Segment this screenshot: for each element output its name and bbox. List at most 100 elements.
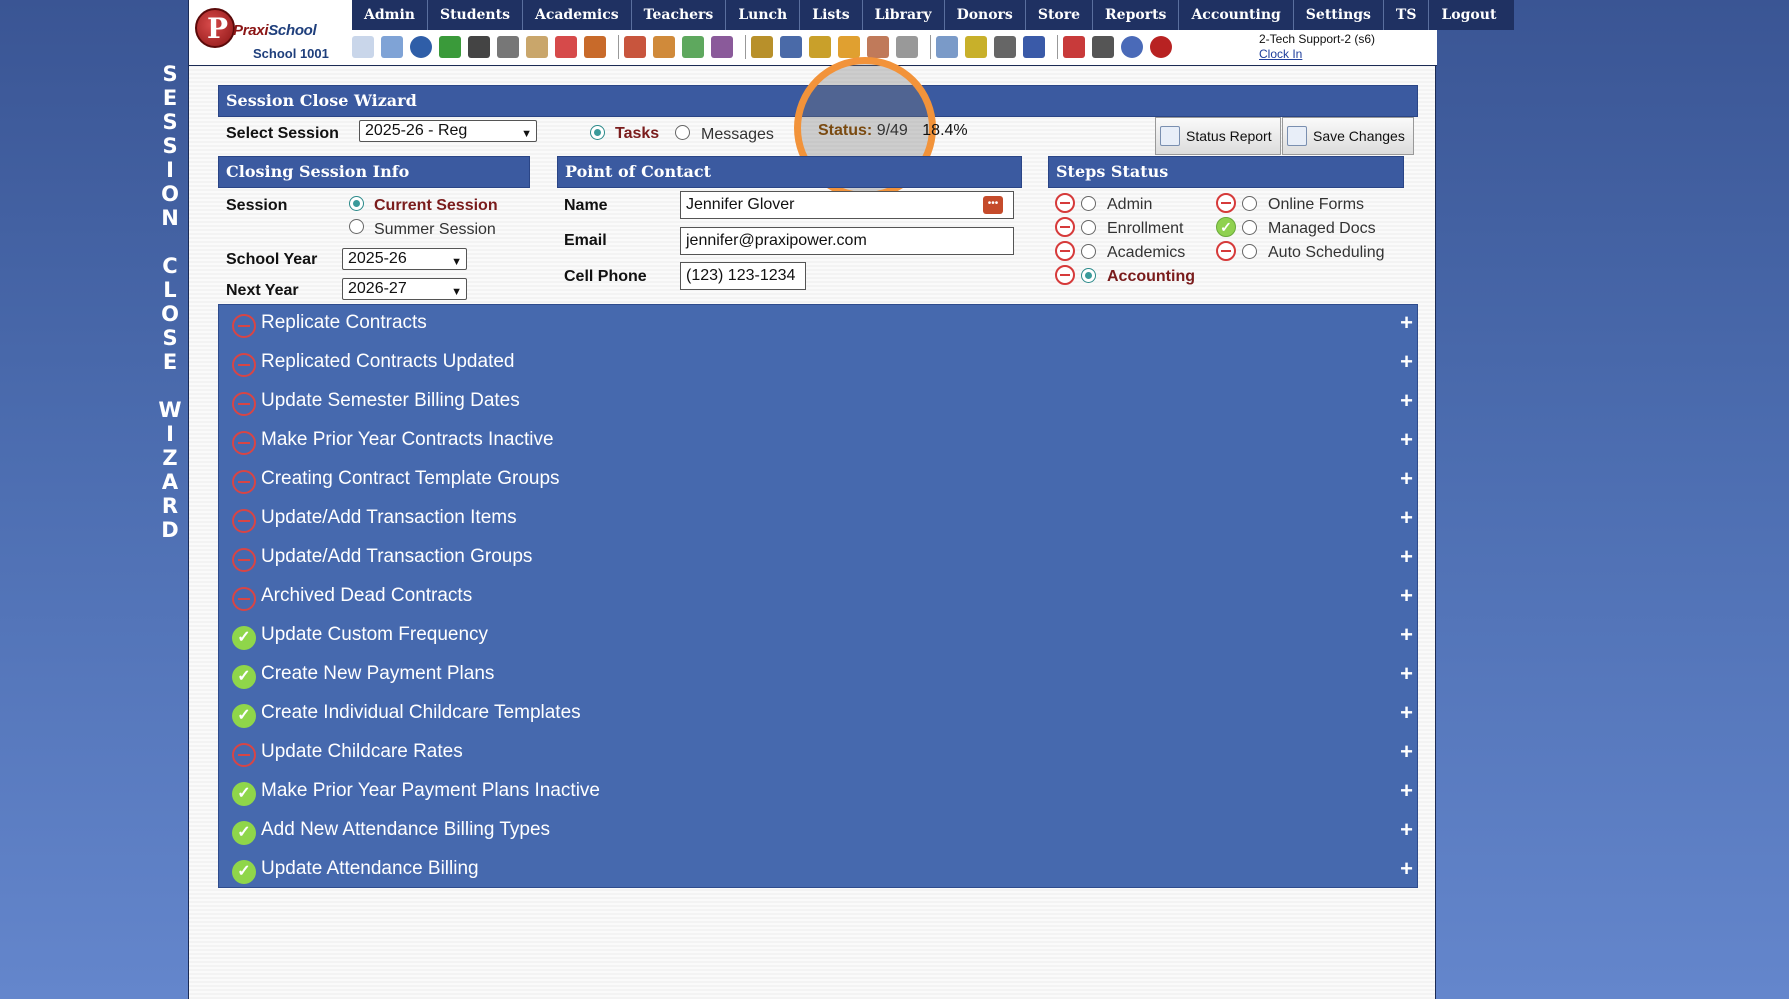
megaphone-icon[interactable] [584,36,606,58]
expand-plus-icon[interactable]: + [1400,544,1413,570]
expand-plus-icon[interactable]: + [1400,856,1413,882]
step-pending-icon [1055,193,1075,213]
barcode-icon[interactable] [965,36,987,58]
menu-item-store[interactable]: Store [1026,0,1094,30]
email-field[interactable]: jennifer@praxipower.com [680,227,1014,255]
task-row[interactable]: ✓ Update Custom Frequency + [219,617,1419,656]
menu-item-lists[interactable]: Lists [800,0,863,30]
task-label: Replicated Contracts Updated [261,351,515,372]
help-icon[interactable] [1121,36,1143,58]
task-row[interactable]: Make Prior Year Contracts Inactive + [219,422,1419,461]
clock-in-link[interactable]: Clock In [1259,47,1375,62]
arrow-icon[interactable] [838,36,860,58]
report-icon[interactable] [526,36,548,58]
power-icon[interactable] [1150,36,1172,58]
menu-item-donors[interactable]: Donors [945,0,1026,30]
expand-plus-icon[interactable]: + [1400,505,1413,531]
school-year-dropdown[interactable]: 2025-26 ▼ [342,248,467,270]
money-icon[interactable] [682,36,704,58]
expand-plus-icon[interactable]: + [1400,661,1413,687]
task-row[interactable]: Update/Add Transaction Groups + [219,539,1419,578]
cell-phone-field[interactable]: (123) 123-1234 [680,262,806,290]
printer-icon[interactable] [994,36,1016,58]
step-radio-managed-docs[interactable] [1242,220,1257,235]
expand-plus-icon[interactable]: + [1400,583,1413,609]
task-row[interactable]: Update Semester Billing Dates + [219,383,1419,422]
step-pending-icon [1055,265,1075,285]
task-row[interactable]: ✓ Create New Payment Plans + [219,656,1419,695]
task-row[interactable]: Archived Dead Contracts + [219,578,1419,617]
expand-plus-icon[interactable]: + [1400,310,1413,336]
select-session-dropdown[interactable]: 2025-26 - Reg ▼ [359,120,537,142]
card-icon[interactable] [751,36,773,58]
task-row[interactable]: Replicated Contracts Updated + [219,344,1419,383]
menu-item-academics[interactable]: Academics [523,0,632,30]
menu-item-accounting[interactable]: Accounting [1179,0,1294,30]
expand-plus-icon[interactable]: + [1400,622,1413,648]
menu-item-settings[interactable]: Settings [1294,0,1384,30]
expand-plus-icon[interactable]: + [1400,427,1413,453]
contact-card-icon[interactable]: ••• [983,196,1003,214]
stack-icon[interactable] [1092,36,1114,58]
person-icon[interactable] [867,36,889,58]
save-changes-button[interactable]: Save Changes [1282,117,1414,155]
expand-plus-icon[interactable]: + [1400,739,1413,765]
step-radio-admin[interactable] [1081,196,1096,211]
step-pending-icon [1216,193,1236,213]
messages-radio[interactable] [675,125,690,140]
task-row[interactable]: Update Childcare Rates + [219,734,1419,773]
menu-item-logout[interactable]: Logout [1429,0,1514,30]
menu-item-admin[interactable]: Admin [352,0,428,30]
menu-item-teachers[interactable]: Teachers [632,0,727,30]
task-row[interactable]: Replicate Contracts + [219,305,1419,344]
expand-plus-icon[interactable]: + [1400,388,1413,414]
step-radio-accounting[interactable] [1081,268,1096,283]
task-row[interactable]: ✓ Add New Attendance Billing Types + [219,812,1419,851]
task-row[interactable]: ✓ Make Prior Year Payment Plans Inactive + [219,773,1419,812]
book-icon[interactable] [780,36,802,58]
current-session-radio[interactable] [349,196,364,211]
speaker-icon[interactable] [497,36,519,58]
chat-icon[interactable] [439,36,461,58]
user-orange-icon[interactable] [653,36,675,58]
search-icon[interactable] [352,36,374,58]
expand-plus-icon[interactable]: + [1400,349,1413,375]
expand-plus-icon[interactable]: + [1400,778,1413,804]
ap-icon[interactable] [1023,36,1045,58]
step-radio-auto-scheduling[interactable] [1242,244,1257,259]
step-radio-online-forms[interactable] [1242,196,1257,211]
expand-plus-icon[interactable]: + [1400,700,1413,726]
next-year-dropdown[interactable]: 2026-27 ▼ [342,278,467,300]
status-report-button[interactable]: Status Report [1155,117,1281,155]
name-field[interactable]: Jennifer Glover ••• [680,191,1014,219]
calendar-grid-icon[interactable] [381,36,403,58]
menu-item-ts[interactable]: TS [1384,0,1430,30]
task-row[interactable]: Creating Contract Template Groups + [219,461,1419,500]
tasks-radio[interactable] [590,125,605,140]
menu-item-library[interactable]: Library [863,0,945,30]
tag-icon[interactable] [896,36,918,58]
group-icon[interactable] [711,36,733,58]
step-radio-academics[interactable] [1081,244,1096,259]
step-radio-enrollment[interactable] [1081,220,1096,235]
pdf-icon[interactable] [1063,36,1085,58]
task-row[interactable]: Update/Add Transaction Items + [219,500,1419,539]
date-icon[interactable] [555,36,577,58]
menu-item-lunch[interactable]: Lunch [726,0,801,30]
steps-status-title: Steps Status [1048,156,1404,188]
menu-item-reports[interactable]: Reports [1093,0,1180,30]
wand-icon[interactable] [809,36,831,58]
task-row[interactable]: ✓ Create Individual Childcare Templates + [219,695,1419,734]
table-icon[interactable] [936,36,958,58]
closing-session-title: Closing Session Info [218,156,530,188]
logo[interactable]: PraxiSchool School 1001 [193,6,343,64]
task-row[interactable]: ✓ Update Attendance Billing + [219,851,1419,890]
phone-icon[interactable] [468,36,490,58]
summer-session-label: Summer Session [374,221,496,238]
at-email-icon[interactable] [410,36,432,58]
summer-session-radio[interactable] [349,219,364,234]
menu-item-students[interactable]: Students [428,0,523,30]
expand-plus-icon[interactable]: + [1400,817,1413,843]
user-red-icon[interactable] [624,36,646,58]
expand-plus-icon[interactable]: + [1400,466,1413,492]
